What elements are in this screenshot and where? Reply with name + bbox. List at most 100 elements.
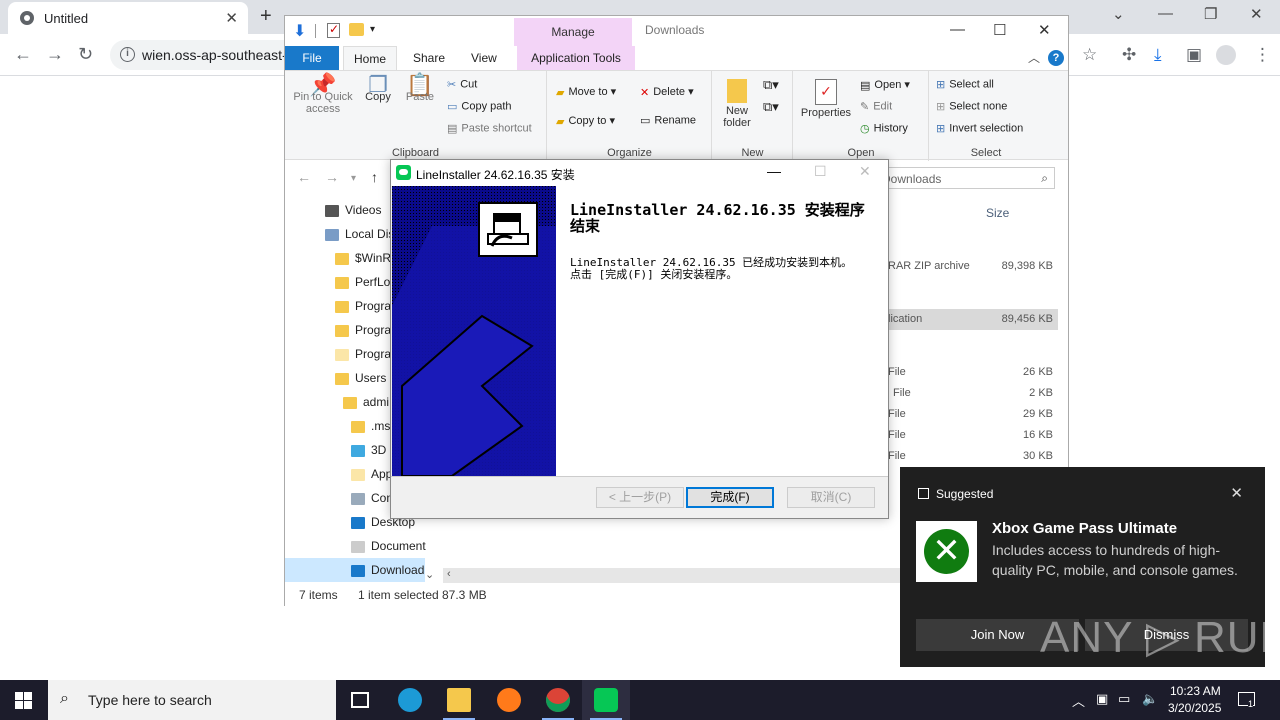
copy-to-button[interactable]: ▰ Copy to ▾: [556, 114, 615, 128]
edit-button[interactable]: ✎ Edit: [860, 100, 892, 113]
table-row[interactable]: File 29 KB: [883, 404, 1058, 425]
move-to-button[interactable]: ▰ Move to ▾: [556, 85, 616, 99]
nav-item-folder[interactable]: .ms-: [351, 414, 394, 438]
chevron-down-icon[interactable]: ▾: [370, 24, 375, 35]
invert-selection-button[interactable]: ⊞ Invert selection: [936, 122, 1023, 135]
search-input[interactable]: h Downloads ⌕: [865, 167, 1055, 189]
profile-avatar-icon[interactable]: [1216, 45, 1236, 65]
start-button[interactable]: [0, 680, 48, 720]
paste-button[interactable]: 📋 Paste: [401, 74, 439, 104]
rename-button[interactable]: ▭ Rename: [640, 114, 696, 127]
table-row[interactable]: lication 89,456 KB: [883, 309, 1058, 330]
nav-item-admin[interactable]: admi: [343, 390, 389, 414]
cut-button[interactable]: ✂ Cut: [447, 78, 477, 91]
table-row[interactable]: File 16 KB: [883, 425, 1058, 446]
scroll-down-icon[interactable]: ⌄: [425, 568, 434, 581]
table-row[interactable]: File 30 KB: [883, 446, 1058, 467]
new-folder-button[interactable]: New folder: [715, 79, 759, 129]
bookmark-star-icon[interactable]: ☆: [1082, 45, 1097, 65]
close-button[interactable]: ✕: [1250, 5, 1263, 23]
copy-path-button[interactable]: ▭ Copy path: [447, 100, 512, 113]
open-button[interactable]: ▤ Open ▾: [860, 78, 910, 92]
move-to-label: Move to: [568, 86, 608, 98]
minimize-button[interactable]: —: [767, 163, 781, 179]
nav-item-local-disk[interactable]: Local Dis: [325, 222, 394, 246]
monitor-icon[interactable]: ▭: [1118, 691, 1130, 707]
clock-date[interactable]: 3/20/2025: [1168, 701, 1221, 715]
extensions-icon[interactable]: ✣: [1122, 45, 1136, 65]
scroll-left-icon[interactable]: ‹: [447, 568, 451, 580]
recent-chevron-icon[interactable]: ▾: [351, 173, 356, 184]
edge-app[interactable]: [386, 680, 434, 720]
paste-shortcut-button[interactable]: ▤ Paste shortcut: [447, 122, 532, 135]
new-tab-button[interactable]: +: [260, 5, 272, 28]
tab-view[interactable]: View: [461, 46, 507, 70]
new-folder-icon[interactable]: [349, 23, 364, 36]
back-arrow-icon[interactable]: ←: [14, 44, 32, 65]
forward-arrow-icon[interactable]: →: [325, 169, 339, 185]
tab-application-tools[interactable]: Application Tools: [517, 46, 635, 70]
download-icon[interactable]: ⤓: [1154, 45, 1162, 65]
tab-share[interactable]: Share: [403, 46, 455, 70]
chevron-up-icon[interactable]: ︿: [1028, 49, 1040, 66]
table-row[interactable]: RAR ZIP archive 89,398 KB: [883, 256, 1058, 277]
forward-arrow-icon[interactable]: →: [46, 44, 64, 65]
close-button[interactable]: ✕: [1038, 21, 1051, 39]
tab-home[interactable]: Home: [343, 46, 398, 70]
minimize-button[interactable]: —: [950, 21, 965, 38]
menu-dots-icon[interactable]: ⋮: [1254, 45, 1271, 65]
close-icon[interactable]: ✕: [1230, 484, 1243, 502]
chrome-app[interactable]: [534, 680, 582, 720]
nav-item-videos[interactable]: Videos: [325, 198, 381, 222]
select-none-button[interactable]: ⊞ Select none: [936, 100, 1007, 113]
reload-icon[interactable]: ↻: [78, 44, 93, 65]
properties-button[interactable]: ✓ Properties: [798, 79, 854, 119]
table-row[interactable]: File 26 KB: [883, 362, 1058, 383]
file-explorer-app[interactable]: [435, 680, 483, 720]
nav-item-documents[interactable]: Document: [351, 534, 426, 558]
address-bar[interactable]: i wien.oss-ap-southeast-: [110, 40, 310, 70]
tab-search-icon[interactable]: ⌄: [1112, 5, 1125, 23]
nav-item-appdata[interactable]: App: [351, 462, 392, 486]
manage-context-tab[interactable]: Manage: [514, 18, 632, 46]
info-icon[interactable]: i: [120, 47, 135, 62]
up-arrow-icon[interactable]: ↑: [371, 169, 378, 185]
copy-button[interactable]: ❐ Copy: [359, 74, 397, 104]
taskbar-search-input[interactable]: ⌕ Type here to search: [48, 680, 336, 720]
side-panel-icon[interactable]: ▣: [1186, 45, 1202, 65]
selection-size: 87.3 MB: [442, 588, 487, 602]
browser-tab[interactable]: Untitled ✕: [8, 2, 248, 34]
table-row[interactable]: File 2 KB: [883, 383, 1058, 404]
help-icon[interactable]: ?: [1048, 50, 1064, 66]
easy-access-icon[interactable]: ⧉▾: [763, 99, 779, 115]
history-button[interactable]: ◷ History: [860, 122, 908, 135]
nav-item-folder[interactable]: PerfLog: [335, 270, 397, 294]
minimize-button[interactable]: —: [1158, 5, 1173, 22]
maximize-button[interactable]: ☐: [993, 21, 1006, 39]
back-arrow-icon[interactable]: ←: [297, 169, 311, 185]
firefox-app[interactable]: [485, 680, 533, 720]
nav-item-folder[interactable]: Progra: [335, 294, 391, 318]
network-icon[interactable]: ▣: [1096, 691, 1108, 707]
nav-item-contacts[interactable]: Con: [351, 486, 393, 510]
line-installer-app[interactable]: [582, 680, 630, 720]
nav-item-folder[interactable]: Progra: [335, 318, 391, 342]
size-column-header[interactable]: Size: [986, 206, 1009, 220]
new-item-icon[interactable]: ⧉▾: [763, 77, 779, 93]
nav-item-folder[interactable]: Progra: [335, 342, 391, 366]
nav-item-downloads[interactable]: Download: [285, 558, 425, 582]
select-all-button[interactable]: ⊞ Select all: [936, 78, 994, 91]
delete-button[interactable]: ✕ Delete ▾: [640, 85, 694, 99]
nav-item-users[interactable]: Users: [335, 366, 386, 390]
restore-button[interactable]: ❐: [1204, 5, 1217, 23]
pin-to-quick-access-button[interactable]: 📌 Pin to Quick access: [291, 74, 355, 116]
task-view-button[interactable]: [336, 680, 384, 720]
tab-file[interactable]: File: [285, 46, 339, 70]
chevron-up-icon[interactable]: ︿: [1072, 691, 1085, 710]
clock-time[interactable]: 10:23 AM: [1170, 684, 1221, 698]
tab-close-icon[interactable]: ✕: [225, 9, 238, 27]
finish-button[interactable]: 完成(F): [686, 487, 774, 508]
volume-icon[interactable]: 🔈: [1142, 691, 1158, 707]
horizontal-scrollbar[interactable]: ‹: [443, 568, 903, 583]
properties-icon[interactable]: [327, 22, 340, 38]
